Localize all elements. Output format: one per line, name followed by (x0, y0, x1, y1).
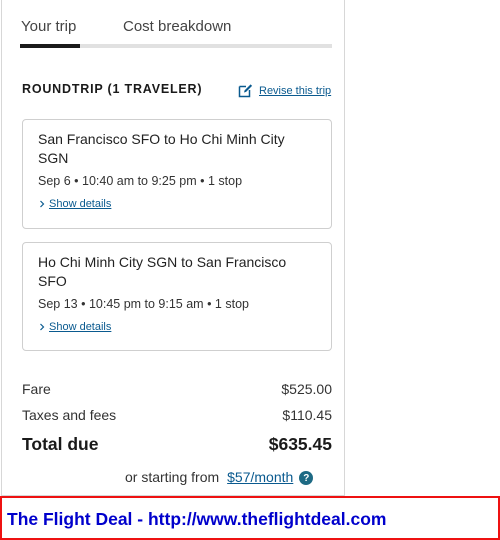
fare-row: Fare $525.00 (22, 381, 332, 397)
banner-text: The Flight Deal - http://www.theflightde… (7, 509, 387, 529)
fare-value: $525.00 (281, 381, 332, 397)
monthly-payment-link[interactable]: $57/month (227, 469, 293, 485)
edit-icon (238, 83, 253, 98)
flight-route: San Francisco SFO to Ho Chi Minh City SG… (38, 131, 285, 166)
tab-cost-breakdown[interactable]: Cost breakdown (123, 18, 231, 35)
show-details-link[interactable]: Show details (38, 321, 317, 333)
chevron-right-icon (40, 200, 45, 208)
taxes-value: $110.45 (282, 407, 332, 423)
active-tab-indicator (20, 44, 80, 48)
show-details-link[interactable]: Show details (38, 198, 317, 210)
monthly-prefix: or starting from (125, 468, 220, 485)
show-details-label: Show details (49, 198, 112, 210)
help-icon[interactable]: ? (299, 471, 314, 485)
flight-route: Ho Chi Minh City SGN to San Francisco SF… (38, 254, 287, 289)
revise-trip-link[interactable]: Revise this trip (238, 83, 331, 98)
watermark-banner: The Flight Deal - http://www.theflightde… (0, 496, 500, 540)
flight-card-return: Ho Chi Minh City SGN to San Francisco SF… (22, 242, 332, 351)
chevron-right-icon (40, 323, 45, 331)
trip-summary-panel: Your trip Cost breakdown ROUNDTRIP (1 TR… (1, 0, 345, 496)
flight-times: Sep 6 • 10:40 am to 9:25 pm • 1 stop (38, 174, 243, 188)
taxes-row: Taxes and fees $110.45 (22, 407, 332, 423)
show-details-label: Show details (49, 321, 112, 333)
fare-label: Fare (22, 381, 51, 397)
total-value: $635.45 (268, 434, 332, 454)
total-row: Total due $635.45 (22, 434, 332, 455)
revise-trip-label: Revise this trip (259, 84, 332, 97)
taxes-label: Taxes and fees (22, 407, 117, 423)
flight-times: Sep 13 • 10:45 pm to 9:15 am • 1 stop (38, 297, 249, 311)
flight-card-outbound: San Francisco SFO to Ho Chi Minh City SG… (22, 119, 332, 229)
monthly-payment: or starting from $57/month ? (125, 468, 314, 485)
tab-bar: Your trip Cost breakdown (20, 0, 332, 48)
tab-track (20, 44, 332, 48)
total-label: Total due (22, 434, 99, 454)
section-title: ROUNDTRIP (1 TRAVELER) (22, 82, 203, 96)
tab-your-trip[interactable]: Your trip (21, 18, 76, 35)
